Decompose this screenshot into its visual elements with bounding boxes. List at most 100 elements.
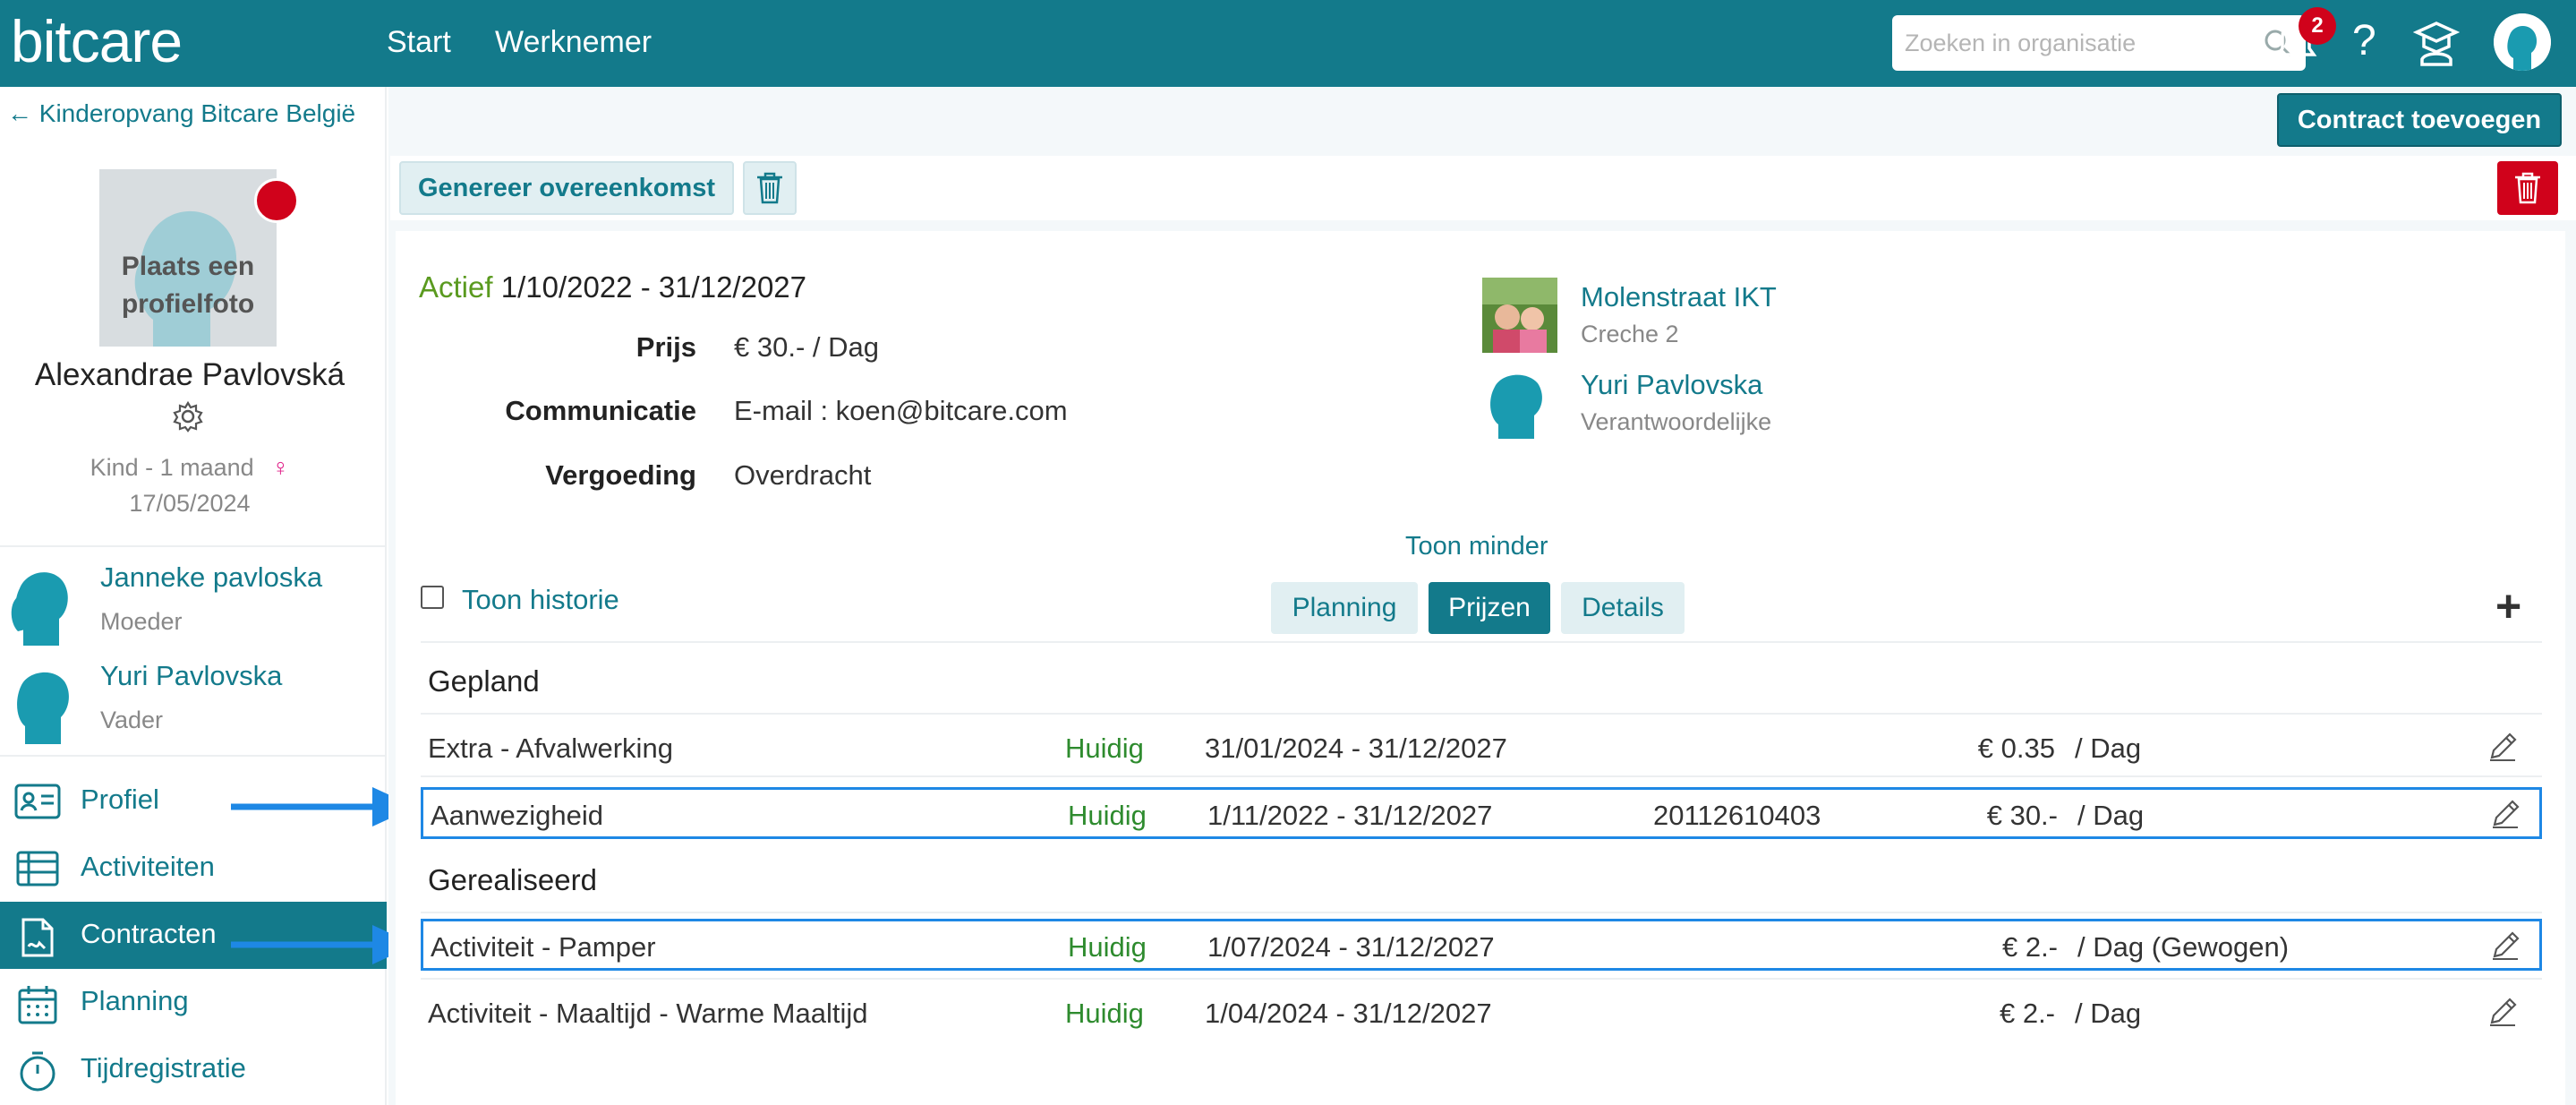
search-input[interactable] xyxy=(1905,24,2245,62)
price-unit: / Dag xyxy=(2075,998,2142,1029)
female-icon: ♀ xyxy=(271,454,290,481)
pencil-icon[interactable] xyxy=(2489,929,2521,966)
search-box[interactable] xyxy=(1892,15,2306,71)
price-unit: / Dag (Gewogen) xyxy=(2077,931,2290,963)
divider xyxy=(421,912,2542,913)
female-avatar-icon xyxy=(7,560,82,650)
pencil-icon[interactable] xyxy=(2486,996,2519,1032)
table-row[interactable]: Activiteit - Pamper Huidig 1/07/2024 - 3… xyxy=(421,919,2542,971)
nav-werknemer[interactable]: Werknemer xyxy=(495,25,652,60)
add-contract-button[interactable]: Contract toevoegen xyxy=(2277,93,2562,147)
table-row[interactable]: Extra - Afvalwerking Huidig 31/01/2024 -… xyxy=(421,720,2542,772)
trash-icon[interactable] xyxy=(745,163,795,213)
table-row[interactable]: Activiteit - Maaltijd - Warme Maaltijd H… xyxy=(421,985,2542,1037)
show-history-checkbox[interactable] xyxy=(421,586,444,609)
tab-planning[interactable]: Planning xyxy=(1271,582,1418,634)
delete-contract-button[interactable] xyxy=(2497,161,2558,215)
price-period: 1/04/2024 - 31/12/2027 xyxy=(1205,998,1492,1029)
male-avatar-icon xyxy=(1490,374,1542,439)
stopwatch-icon xyxy=(14,1050,61,1098)
price-name: Activiteit - Pamper xyxy=(431,931,656,963)
price-amount: € 0.35 xyxy=(1977,732,2055,764)
price-status: Huidig xyxy=(1065,998,1144,1029)
profile-card-icon xyxy=(14,782,61,826)
responsible-name[interactable]: Yuri Pavlovska xyxy=(1581,369,1762,401)
price-status: Huidig xyxy=(1068,931,1147,963)
communication-value: E-mail : koen@bitcare.com xyxy=(734,395,1068,426)
responsible-role: Verantwoordelijke xyxy=(1581,408,1772,435)
contract-period: 1/10/2022 - 31/12/2027 xyxy=(500,270,807,304)
parent-role: Moeder xyxy=(100,608,183,635)
location-group: Creche 2 xyxy=(1581,321,1679,347)
contract-icon xyxy=(14,916,61,964)
planned-heading: Gepland xyxy=(428,664,540,698)
user-avatar[interactable] xyxy=(2494,13,2551,71)
parent-item-mother[interactable]: Janneke pavloska Moeder xyxy=(0,552,387,651)
parent-name[interactable]: Janneke pavloska xyxy=(100,561,322,594)
divider xyxy=(0,545,387,547)
trash-icon[interactable] xyxy=(2497,161,2558,215)
pencil-icon[interactable] xyxy=(2486,731,2519,767)
show-less-link[interactable]: Toon minder xyxy=(1405,532,1548,561)
table-icon xyxy=(14,849,61,893)
show-history-label[interactable]: Toon historie xyxy=(462,584,619,616)
menu-label[interactable]: Activiteiten xyxy=(81,851,215,883)
price-period: 1/07/2024 - 31/12/2027 xyxy=(1207,931,1495,963)
compensation-value: Overdracht xyxy=(734,459,872,491)
generate-agreement-button[interactable]: Genereer overeenkomst xyxy=(399,161,734,215)
back-link-label[interactable]: Kinderopvang Bitcare België xyxy=(39,99,355,127)
app-logo[interactable]: bitcare xyxy=(11,7,183,75)
price-amount: € 2.- xyxy=(1999,998,2055,1029)
price-unit: / Dag xyxy=(2077,800,2145,831)
profile-photo-placeholder[interactable]: Plaats een profielfoto xyxy=(99,169,277,347)
parent-role: Vader xyxy=(100,707,164,733)
divider xyxy=(421,641,2542,643)
add-price-icon[interactable]: + xyxy=(2495,580,2521,632)
top-bar: bitcare Start Werknemer 2 ? xyxy=(0,0,2576,87)
contract-status-line: Actief 1/10/2022 - 31/12/2027 xyxy=(419,270,806,304)
delete-agreement-button[interactable] xyxy=(743,161,797,215)
help-icon[interactable]: ? xyxy=(2352,16,2376,65)
contract-card xyxy=(396,231,2565,1105)
price-name: Aanwezigheid xyxy=(431,800,604,831)
menu-label[interactable]: Tijdregistratie xyxy=(81,1052,246,1084)
gear-icon[interactable] xyxy=(172,400,204,437)
price-amount: € 30.- xyxy=(1986,800,2058,831)
location-photo xyxy=(1482,278,1557,353)
price-status: Huidig xyxy=(1068,800,1147,831)
parent-item-father[interactable]: Yuri Pavlovska Vader xyxy=(0,651,387,750)
photo-placeholder-text: Plaats een profielfoto xyxy=(121,252,255,319)
contract-status: Actief xyxy=(419,270,493,304)
tab-prijzen[interactable]: Prijzen xyxy=(1429,582,1550,634)
menu-item-tijdregistratie[interactable]: Tijdregistratie xyxy=(0,1036,387,1103)
menu-label[interactable]: Contracten xyxy=(81,918,217,950)
price-label: Prijs xyxy=(635,331,696,363)
pencil-icon[interactable] xyxy=(2489,798,2521,835)
communication-label: Communicatie xyxy=(505,395,696,426)
price-status: Huidig xyxy=(1065,732,1144,764)
graduation-cap-icon[interactable] xyxy=(2412,20,2461,73)
tab-details[interactable]: Details xyxy=(1561,582,1685,634)
parent-name[interactable]: Yuri Pavlovska xyxy=(100,660,282,692)
arrow-left-icon[interactable]: ← xyxy=(7,99,32,127)
menu-label[interactable]: Profiel xyxy=(81,784,159,816)
male-avatar-icon xyxy=(7,658,82,749)
birth-date: 17/05/2024 xyxy=(129,490,251,517)
location-name[interactable]: Molenstraat IKT xyxy=(1581,281,1777,313)
price-name: Activiteit - Maaltijd - Warme Maaltijd xyxy=(428,998,868,1029)
menu-item-activiteiten[interactable]: Activiteiten xyxy=(0,835,387,902)
price-unit: / Dag xyxy=(2075,732,2142,764)
nav-start[interactable]: Start xyxy=(387,25,451,60)
child-age: Kind - 1 maand xyxy=(90,454,254,481)
menu-label[interactable]: Planning xyxy=(81,985,189,1017)
price-period: 1/11/2022 - 31/12/2027 xyxy=(1207,800,1493,831)
notification-badge[interactable]: 2 xyxy=(2299,7,2336,45)
menu-item-planning[interactable]: Planning xyxy=(0,969,387,1036)
divider xyxy=(421,978,2542,980)
divider xyxy=(0,755,387,757)
table-row[interactable]: Aanwezigheid Huidig 1/11/2022 - 31/12/20… xyxy=(421,787,2542,839)
price-period: 31/01/2024 - 31/12/2027 xyxy=(1205,732,1507,764)
back-link[interactable]: ← Kinderopvang Bitcare België xyxy=(7,99,355,128)
price-name: Extra - Afvalwerking xyxy=(428,732,673,764)
compensation-label: Vergoeding xyxy=(545,459,696,491)
